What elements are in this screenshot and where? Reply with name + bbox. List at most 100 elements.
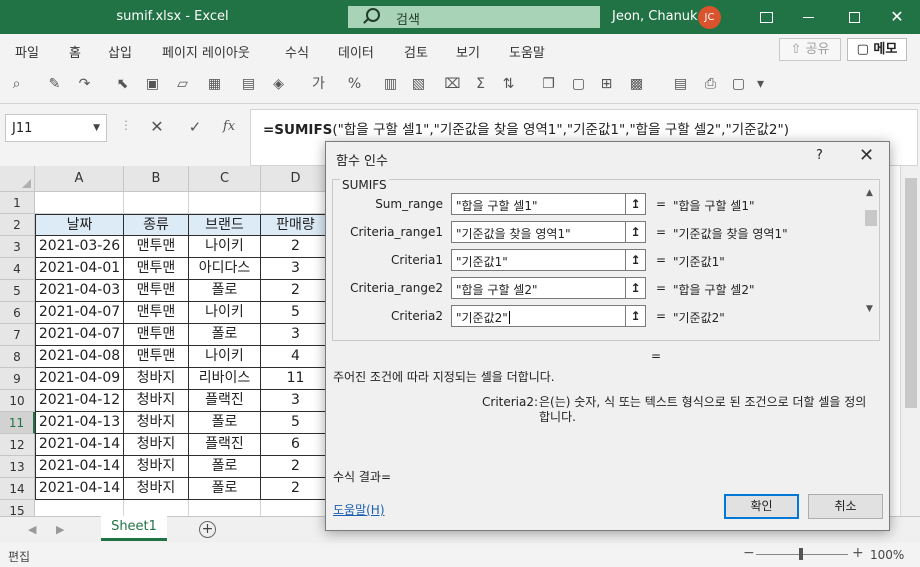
table-cell[interactable]: 청바지 bbox=[124, 368, 189, 390]
table-header-cell[interactable]: 종류 bbox=[124, 214, 189, 236]
ribbon-display-options-icon[interactable] bbox=[760, 12, 773, 23]
ok-button[interactable]: 확인 bbox=[724, 494, 799, 519]
chevron-down-icon[interactable]: ▼ bbox=[93, 123, 100, 133]
customize-toolbar-icon[interactable]: ▾ bbox=[752, 76, 769, 93]
vertical-scrollbar-thumb[interactable] bbox=[905, 178, 917, 408]
table-cell[interactable]: 청바지 bbox=[124, 434, 189, 456]
search-box[interactable]: 검색 bbox=[348, 6, 600, 28]
menu-insert[interactable]: 삽입 bbox=[108, 42, 132, 61]
redo-icon[interactable]: ↷ bbox=[76, 76, 93, 93]
conditional-format-icon[interactable]: ▩ bbox=[628, 76, 645, 93]
select-icon[interactable]: ⬉ bbox=[114, 76, 131, 93]
freeze-icon[interactable]: ▤ bbox=[672, 76, 689, 93]
close-window-button[interactable]: ✕ bbox=[888, 8, 906, 26]
zoom-level[interactable]: 100% bbox=[870, 548, 904, 562]
help-link[interactable]: 도움말(H) bbox=[333, 501, 385, 518]
row-header-1[interactable]: 1 bbox=[0, 192, 35, 214]
tab-prev-icon[interactable]: ◀ bbox=[28, 523, 36, 536]
cancel-entry-icon[interactable]: ✕ bbox=[146, 116, 168, 138]
enter-entry-icon[interactable]: ✓ bbox=[184, 116, 206, 138]
table-cell[interactable]: 2021-04-01 bbox=[35, 258, 124, 280]
table-cell[interactable]: 2021-04-14 bbox=[35, 434, 124, 456]
column-header-b[interactable]: B bbox=[124, 166, 189, 192]
menu-help[interactable]: 도움말 bbox=[509, 42, 545, 61]
table-cell[interactable]: 4 bbox=[261, 346, 331, 368]
column-header-c[interactable]: C bbox=[189, 166, 261, 192]
row-header-6[interactable]: 6 bbox=[0, 302, 35, 324]
cancel-button[interactable]: 취소 bbox=[808, 494, 883, 519]
cell[interactable] bbox=[124, 192, 189, 214]
collapse-dialog-icon[interactable]: ↥ bbox=[625, 305, 646, 327]
cell[interactable] bbox=[35, 192, 124, 214]
argument-input[interactable]: "기준값을 찾을 영역1" bbox=[451, 221, 643, 243]
memo-button[interactable]: ▢ 메모 bbox=[847, 38, 907, 61]
collapse-dialog-icon[interactable]: ↥ bbox=[625, 221, 646, 243]
table-header-cell[interactable]: 날짜 bbox=[35, 214, 124, 236]
table-cell[interactable]: 6 bbox=[261, 434, 331, 456]
zoom-slider-handle[interactable] bbox=[799, 548, 803, 560]
search-icon[interactable]: ⌕ bbox=[8, 76, 25, 93]
menu-file[interactable]: 파일 bbox=[15, 42, 39, 61]
table-cell[interactable]: 2021-04-12 bbox=[35, 390, 124, 412]
font-color-icon[interactable]: 가 bbox=[310, 76, 327, 93]
table-cell[interactable]: 5 bbox=[261, 412, 331, 434]
zoom-in-button[interactable]: + bbox=[852, 545, 864, 561]
menu-formulas[interactable]: 수식 bbox=[285, 42, 309, 61]
border-icon[interactable]: ▤ bbox=[240, 76, 257, 93]
argument-input[interactable]: "합을 구할 셀2" bbox=[451, 277, 643, 299]
table-cell[interactable]: 3 bbox=[261, 390, 331, 412]
tab-next-icon[interactable]: ▶ bbox=[56, 523, 64, 536]
table-cell[interactable]: 2021-03-26 bbox=[35, 236, 124, 258]
arguments-scrollbar-thumb[interactable] bbox=[865, 210, 877, 226]
cell[interactable] bbox=[189, 192, 261, 214]
table-cell[interactable]: 맨투맨 bbox=[124, 236, 189, 258]
argument-input[interactable]: "합을 구할 셀1" bbox=[451, 193, 643, 215]
table-cell[interactable]: 2021-04-14 bbox=[35, 478, 124, 500]
arguments-scrollbar[interactable]: ▲ ▼ bbox=[865, 188, 877, 318]
row-header-8[interactable]: 8 bbox=[0, 346, 35, 368]
table-cell[interactable]: 나이키 bbox=[189, 346, 261, 368]
table-cell[interactable]: 청바지 bbox=[124, 412, 189, 434]
avatar[interactable]: JC bbox=[698, 6, 721, 29]
menu-page-layout[interactable]: 페이지 레이아웃 bbox=[162, 42, 250, 61]
row-header-13[interactable]: 13 bbox=[0, 456, 35, 478]
row-header-3[interactable]: 3 bbox=[0, 236, 35, 258]
collapse-dialog-icon[interactable]: ↥ bbox=[625, 193, 646, 215]
table-cell[interactable]: 청바지 bbox=[124, 456, 189, 478]
user-name[interactable]: Jeon, Chanuk bbox=[612, 9, 698, 24]
table-cell[interactable]: 플랙진 bbox=[189, 434, 261, 456]
sum-icon[interactable]: Σ bbox=[472, 76, 489, 93]
scroll-down-icon[interactable]: ▼ bbox=[866, 304, 873, 314]
menu-review[interactable]: 검토 bbox=[404, 42, 428, 61]
grid-icon[interactable]: ⊞ bbox=[598, 76, 615, 93]
menu-home[interactable]: 홈 bbox=[69, 42, 81, 61]
paste-icon[interactable]: ▢ bbox=[570, 76, 587, 93]
sort-icon[interactable]: ⇅ bbox=[500, 76, 517, 93]
dialog-close-button[interactable]: ✕ bbox=[859, 145, 874, 166]
table-cell[interactable]: 2021-04-14 bbox=[35, 456, 124, 478]
image-icon[interactable]: ▣ bbox=[144, 76, 161, 93]
column-header-d[interactable]: D bbox=[261, 166, 331, 192]
row-header-2[interactable]: 2 bbox=[0, 214, 35, 236]
table-cell[interactable]: 맨투맨 bbox=[124, 258, 189, 280]
table-cell[interactable]: 2 bbox=[261, 456, 331, 478]
table-cell[interactable]: 맨투맨 bbox=[124, 346, 189, 368]
preview-icon[interactable]: ▢ bbox=[730, 76, 747, 93]
row-header-5[interactable]: 5 bbox=[0, 280, 35, 302]
shape-icon[interactable]: ▱ bbox=[174, 76, 191, 93]
menu-data[interactable]: 데이터 bbox=[338, 42, 374, 61]
row-header-14[interactable]: 14 bbox=[0, 478, 35, 500]
tab-sheet1[interactable]: Sheet1 bbox=[101, 516, 167, 541]
fill-color-icon[interactable]: ◈ bbox=[270, 76, 287, 93]
argument-input[interactable]: "기준값2" bbox=[451, 305, 643, 327]
table-cell[interactable]: 2021-04-13 bbox=[35, 412, 124, 434]
table-cell[interactable]: 플랙진 bbox=[189, 390, 261, 412]
insert-function-button[interactable]: fx bbox=[218, 116, 240, 138]
table-cell[interactable]: 2021-04-07 bbox=[35, 302, 124, 324]
maximize-button[interactable] bbox=[845, 8, 863, 26]
dialog-help-button[interactable]: ? bbox=[816, 148, 823, 163]
row-header-9[interactable]: 9 bbox=[0, 368, 35, 390]
table-cell[interactable]: 폴로 bbox=[189, 456, 261, 478]
select-all-button[interactable] bbox=[0, 166, 35, 192]
row-header-4[interactable]: 4 bbox=[0, 258, 35, 280]
